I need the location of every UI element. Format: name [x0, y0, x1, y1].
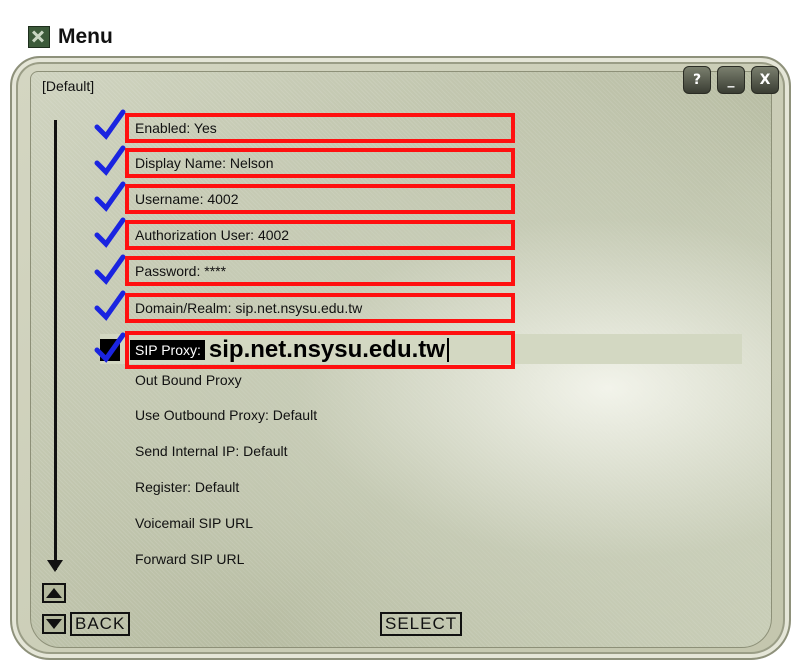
menu-item-label: Voicemail SIP URL	[135, 515, 254, 531]
menu-item-label: Out Bound Proxy	[135, 372, 242, 388]
menu-item-register[interactable]: Register: Default	[130, 471, 239, 503]
menu-item-voicemail-sip-url[interactable]: Voicemail SIP URL	[130, 507, 253, 539]
menu-item-label: Display Name: Nelson	[135, 155, 274, 171]
close-button[interactable]: X	[751, 66, 779, 94]
menu-item-display-name[interactable]: Display Name: Nelson	[130, 147, 274, 179]
menu-item-password[interactable]: Password: ****	[130, 255, 226, 287]
back-button[interactable]: BACK	[70, 612, 131, 636]
window-title: Menu	[58, 25, 113, 48]
menu-item-label: Password: ****	[135, 263, 227, 279]
menu-item-out-bound-proxy[interactable]: Out Bound Proxy	[130, 364, 242, 396]
help-button[interactable]: ?	[683, 66, 711, 94]
check-icon	[94, 217, 126, 248]
menu-item-label: Authorization User: 4002	[135, 227, 290, 243]
text-cursor	[446, 338, 449, 362]
title-bar: Menu	[28, 22, 113, 52]
menu-item-domain-realm[interactable]: Domain/Realm: sip.net.nsysu.edu.tw	[130, 292, 362, 324]
scroll-down-button[interactable]	[42, 614, 66, 634]
menu-item-label: Enabled: Yes	[135, 120, 217, 136]
check-icon	[94, 332, 126, 363]
minimize-button[interactable]: _	[717, 66, 745, 94]
check-icon	[94, 290, 126, 321]
menu-item-enabled[interactable]: Enabled: Yes	[130, 112, 217, 144]
select-button[interactable]: SELECT	[380, 612, 463, 636]
menu-item-label: SIP Proxy:	[130, 340, 205, 360]
menu-item-sip-proxy[interactable]: SIP Proxy: sip.net.nsysu.edu.tw	[130, 334, 449, 366]
menu-item-label: Domain/Realm: sip.net.nsysu.edu.tw	[135, 300, 363, 316]
menu-item-label: Username: 4002	[135, 191, 239, 207]
menu-item-username[interactable]: Username: 4002	[130, 183, 239, 215]
menu-item-label: Forward SIP URL	[135, 551, 245, 567]
arrow-up-icon	[46, 588, 62, 598]
sip-proxy-input[interactable]: sip.net.nsysu.edu.tw	[209, 336, 445, 364]
menu-item-forward-sip-url[interactable]: Forward SIP URL	[130, 543, 244, 575]
check-icon	[94, 181, 126, 212]
scroll-indicator-arrow-icon	[47, 560, 63, 572]
check-icon	[94, 145, 126, 176]
menu-item-label: Send Internal IP: Default	[135, 443, 288, 459]
check-icon	[94, 109, 126, 140]
scroll-indicator-line	[54, 120, 57, 570]
check-icon	[94, 254, 126, 285]
menu-item-label: Use Outbound Proxy: Default	[135, 407, 318, 423]
window-controls: ? _ X	[683, 66, 779, 94]
breadcrumb: [Default]	[42, 78, 95, 94]
menu-item-use-outbound-proxy[interactable]: Use Outbound Proxy: Default	[130, 399, 317, 431]
menu-item-authorization-user[interactable]: Authorization User: 4002	[130, 219, 289, 251]
menu-item-label: Register: Default	[135, 479, 240, 495]
arrow-down-icon	[46, 619, 62, 629]
app-icon	[28, 26, 50, 48]
scroll-up-button[interactable]	[42, 583, 66, 603]
menu-item-send-internal-ip[interactable]: Send Internal IP: Default	[130, 435, 288, 467]
